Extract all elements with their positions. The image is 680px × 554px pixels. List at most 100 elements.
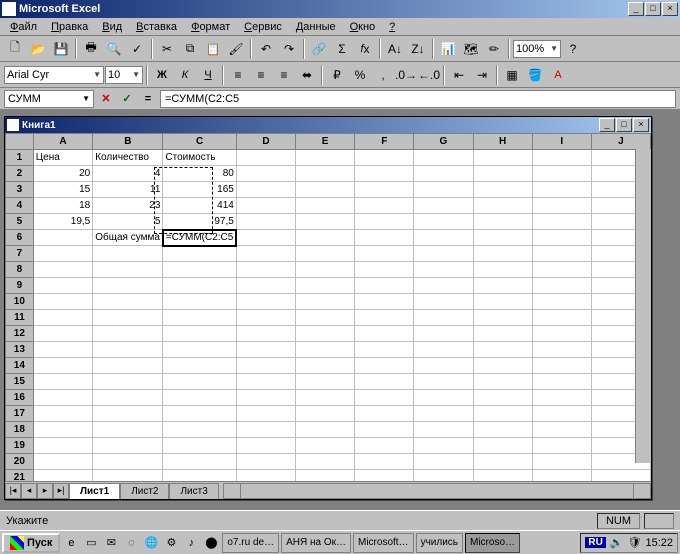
- cell-I8[interactable]: [532, 262, 591, 278]
- bold-button[interactable]: Ж: [151, 64, 173, 85]
- taskbar-item[interactable]: Microso…: [465, 533, 520, 553]
- cell-F11[interactable]: [355, 310, 414, 326]
- cell-H15[interactable]: [473, 374, 532, 390]
- taskbar-item[interactable]: o7.ru de…: [222, 533, 279, 553]
- cell-G1[interactable]: [414, 150, 473, 166]
- cell-C13[interactable]: [163, 342, 236, 358]
- cell-C4[interactable]: 414: [163, 198, 236, 214]
- cell-G3[interactable]: [414, 182, 473, 198]
- cell-H7[interactable]: [473, 246, 532, 262]
- cell-E19[interactable]: [296, 438, 355, 454]
- quicklaunch-icon-2[interactable]: 🌐: [142, 534, 160, 552]
- cell-E12[interactable]: [296, 326, 355, 342]
- start-button[interactable]: Пуск: [2, 533, 60, 553]
- cell-D8[interactable]: [236, 262, 295, 278]
- cell-I10[interactable]: [532, 294, 591, 310]
- row-header-2[interactable]: 2: [6, 166, 34, 182]
- cell-G10[interactable]: [414, 294, 473, 310]
- row-header-18[interactable]: 18: [6, 422, 34, 438]
- cell-H11[interactable]: [473, 310, 532, 326]
- tray-icon[interactable]: 🔊: [610, 536, 624, 549]
- undo-button[interactable]: ↶: [255, 38, 277, 59]
- cell-A6[interactable]: [33, 230, 93, 246]
- row-header-12[interactable]: 12: [6, 326, 34, 342]
- row-header-8[interactable]: 8: [6, 262, 34, 278]
- cell-H2[interactable]: [473, 166, 532, 182]
- vertical-scrollbar[interactable]: [635, 149, 651, 463]
- align-center-button[interactable]: ≡: [250, 64, 272, 85]
- wb-close-button[interactable]: ×: [633, 118, 649, 132]
- fontsize-combo[interactable]: 10▼: [105, 66, 143, 84]
- cell-A11[interactable]: [33, 310, 93, 326]
- cell-G9[interactable]: [414, 278, 473, 294]
- cell-H1[interactable]: [473, 150, 532, 166]
- cell-F12[interactable]: [355, 326, 414, 342]
- col-header-D[interactable]: D: [236, 134, 295, 150]
- underline-button[interactable]: Ч: [197, 64, 219, 85]
- cell-H6[interactable]: [473, 230, 532, 246]
- cell-B12[interactable]: [93, 326, 163, 342]
- cell-I4[interactable]: [532, 198, 591, 214]
- cell-G13[interactable]: [414, 342, 473, 358]
- comma-button[interactable]: ,: [372, 64, 394, 85]
- cell-A18[interactable]: [33, 422, 93, 438]
- cell-G15[interactable]: [414, 374, 473, 390]
- cell-I7[interactable]: [532, 246, 591, 262]
- menu-Вид[interactable]: Вид: [96, 20, 128, 34]
- cell-F10[interactable]: [355, 294, 414, 310]
- row-header-5[interactable]: 5: [6, 214, 34, 230]
- cell-C3[interactable]: 165: [163, 182, 236, 198]
- menu-Окно[interactable]: Окно: [344, 20, 382, 34]
- cell-E16[interactable]: [296, 390, 355, 406]
- cell-E1[interactable]: [296, 150, 355, 166]
- row-header-15[interactable]: 15: [6, 374, 34, 390]
- cell-G18[interactable]: [414, 422, 473, 438]
- row-header-4[interactable]: 4: [6, 198, 34, 214]
- cell-G7[interactable]: [414, 246, 473, 262]
- cell-H20[interactable]: [473, 454, 532, 470]
- cell-G16[interactable]: [414, 390, 473, 406]
- cell-C12[interactable]: [163, 326, 236, 342]
- cell-B7[interactable]: [93, 246, 163, 262]
- cell-G20[interactable]: [414, 454, 473, 470]
- taskbar-item[interactable]: Microsoft…: [353, 533, 414, 553]
- cell-C2[interactable]: 80: [163, 166, 236, 182]
- cell-I21[interactable]: [532, 470, 591, 482]
- enter-formula-button[interactable]: ✓: [118, 91, 136, 107]
- cell-H8[interactable]: [473, 262, 532, 278]
- col-header-A[interactable]: A: [33, 134, 93, 150]
- cell-B17[interactable]: [93, 406, 163, 422]
- cell-F20[interactable]: [355, 454, 414, 470]
- col-header-C[interactable]: C: [163, 134, 236, 150]
- cell-F4[interactable]: [355, 198, 414, 214]
- cell-I14[interactable]: [532, 358, 591, 374]
- cell-E15[interactable]: [296, 374, 355, 390]
- cell-D9[interactable]: [236, 278, 295, 294]
- cell-A21[interactable]: [33, 470, 93, 482]
- redo-button[interactable]: ↷: [278, 38, 300, 59]
- wb-maximize-button[interactable]: □: [616, 118, 632, 132]
- chart-button[interactable]: 📊: [437, 38, 459, 59]
- cell-F19[interactable]: [355, 438, 414, 454]
- cell-I18[interactable]: [532, 422, 591, 438]
- cell-C18[interactable]: [163, 422, 236, 438]
- select-all-corner[interactable]: [6, 134, 34, 150]
- spellcheck-button[interactable]: ✓: [126, 38, 148, 59]
- cell-D11[interactable]: [236, 310, 295, 326]
- cell-H5[interactable]: [473, 214, 532, 230]
- cell-G11[interactable]: [414, 310, 473, 326]
- cell-C15[interactable]: [163, 374, 236, 390]
- copy-button[interactable]: ⧉: [179, 38, 201, 59]
- cell-G5[interactable]: [414, 214, 473, 230]
- cell-B4[interactable]: 23: [93, 198, 163, 214]
- menu-Сервис[interactable]: Сервис: [238, 20, 288, 34]
- cell-C14[interactable]: [163, 358, 236, 374]
- cell-D12[interactable]: [236, 326, 295, 342]
- cell-H18[interactable]: [473, 422, 532, 438]
- sheet-tab-Лист3[interactable]: Лист3: [169, 483, 218, 499]
- row-header-9[interactable]: 9: [6, 278, 34, 294]
- cell-F5[interactable]: [355, 214, 414, 230]
- row-header-14[interactable]: 14: [6, 358, 34, 374]
- cell-G2[interactable]: [414, 166, 473, 182]
- cell-H12[interactable]: [473, 326, 532, 342]
